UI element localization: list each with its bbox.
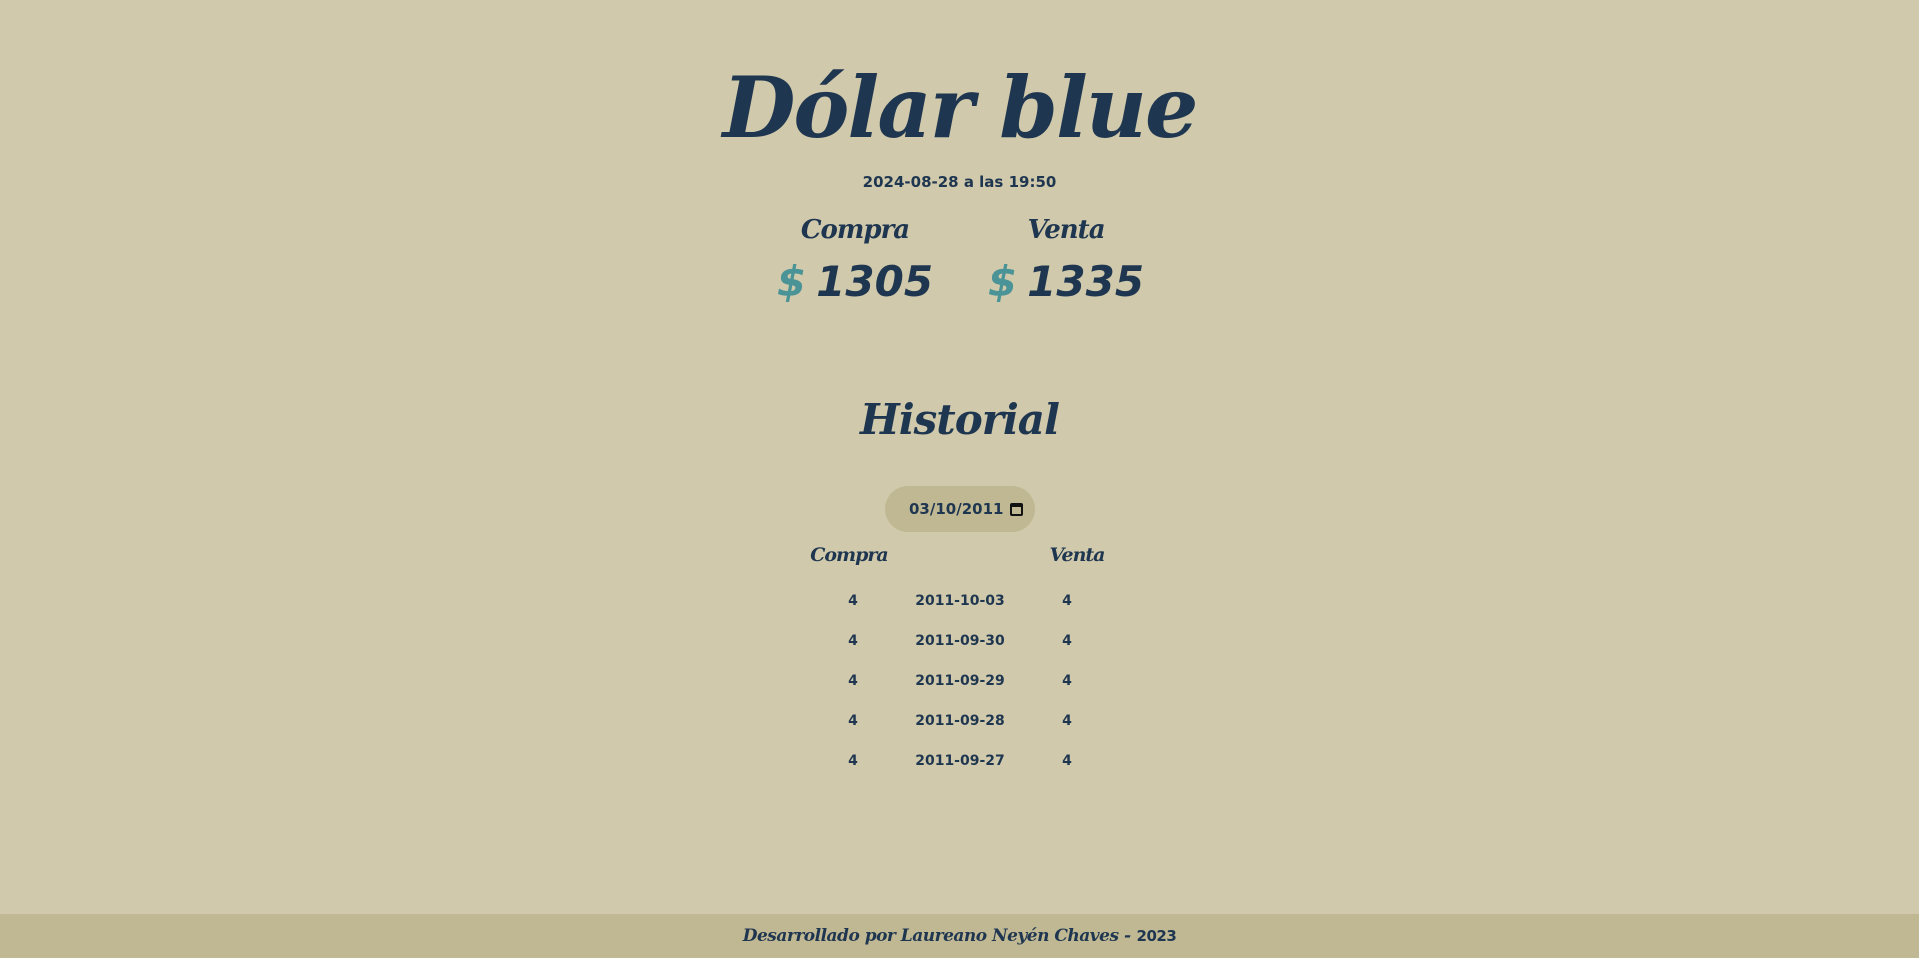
history-title: Historial <box>860 395 1060 444</box>
row-date: 2011-10-03 <box>915 593 1005 609</box>
compra-value: 1305 <box>816 257 934 306</box>
footer-credit: Desarrollado por Laureano Neyén Chaves - <box>742 926 1131 946</box>
row-date: 2011-09-27 <box>915 753 1005 769</box>
history-table: 4 2011-10-03 4 4 2011-09-30 4 4 2011-09-… <box>0 587 1919 787</box>
history-column-venta: Venta <box>1049 544 1106 566</box>
date-input-value[interactable]: 03/10/2011 <box>909 500 1010 518</box>
row-venta: 4 <box>1062 633 1072 649</box>
compra-quote: Compra $1305 <box>765 212 945 308</box>
row-venta: 4 <box>1062 713 1072 729</box>
date-input[interactable]: 03/10/2011 <box>885 486 1035 532</box>
footer-year: 2023 <box>1136 927 1177 945</box>
table-row: 4 2011-10-03 4 <box>0 587 1919 627</box>
page-title: Dólar blue <box>722 58 1199 157</box>
table-row: 4 2011-09-27 4 <box>0 747 1919 787</box>
row-compra: 4 <box>848 593 858 609</box>
row-compra: 4 <box>848 673 858 689</box>
row-venta: 4 <box>1062 593 1072 609</box>
row-compra: 4 <box>848 753 858 769</box>
row-date: 2011-09-30 <box>915 633 1005 649</box>
dollar-sign-icon: $ <box>776 257 807 306</box>
row-venta: 4 <box>1062 753 1072 769</box>
row-date: 2011-09-29 <box>915 673 1005 689</box>
compra-label: Compra <box>800 215 910 245</box>
row-compra: 4 <box>848 713 858 729</box>
row-venta: 4 <box>1062 673 1072 689</box>
venta-value-display: $1335 <box>976 256 1156 308</box>
footer: Desarrollado por Laureano Neyén Chaves -… <box>0 914 1919 958</box>
row-date: 2011-09-28 <box>915 713 1005 729</box>
table-row: 4 2011-09-29 4 <box>0 667 1919 707</box>
venta-value: 1335 <box>1027 257 1145 306</box>
venta-label: Venta <box>1027 215 1105 245</box>
row-compra: 4 <box>848 633 858 649</box>
venta-quote: Venta $1335 <box>976 212 1156 308</box>
compra-value-display: $1305 <box>765 256 945 308</box>
calendar-icon[interactable] <box>1010 502 1023 516</box>
table-row: 4 2011-09-28 4 <box>0 707 1919 747</box>
dollar-sign-icon: $ <box>987 257 1018 306</box>
table-row: 4 2011-09-30 4 <box>0 627 1919 667</box>
last-updated-timestamp: 2024-08-28 a las 19:50 <box>862 173 1057 191</box>
history-column-compra: Compra <box>810 544 889 566</box>
